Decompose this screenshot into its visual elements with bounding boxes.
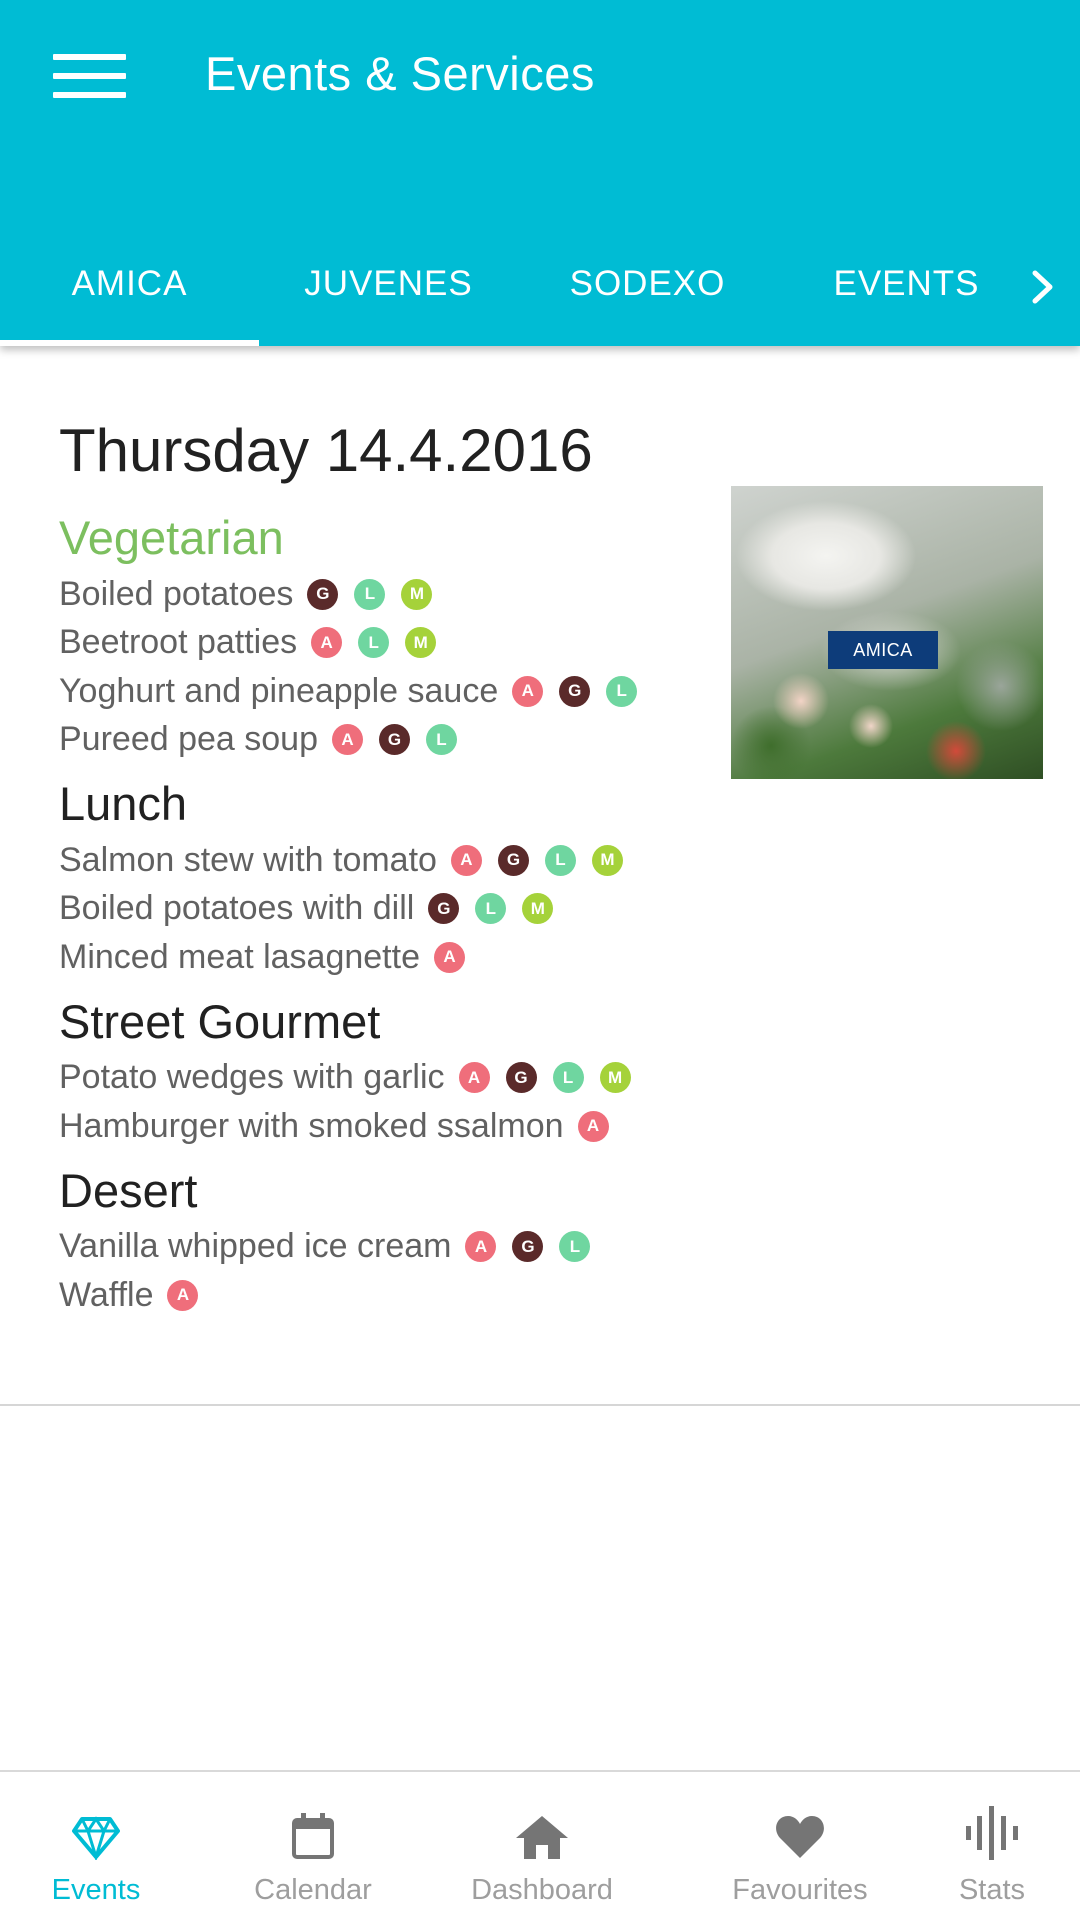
menu-item: Boiled potatoes with dill G L M bbox=[59, 885, 719, 934]
menu-item: Salmon stew with tomato A G L M bbox=[59, 836, 719, 885]
nav-dashboard[interactable]: Dashboard bbox=[460, 1772, 624, 1920]
home-icon bbox=[514, 1800, 570, 1860]
menu-item: Hamburger with smoked ssalmon A bbox=[59, 1102, 719, 1151]
nav-label: Stats bbox=[958, 1874, 1026, 1906]
restaurant-image: AMICA bbox=[731, 486, 1043, 779]
menu-item: Potato wedges with garlic A G L M bbox=[59, 1054, 719, 1103]
menu-item-name: Minced meat lasagnette bbox=[59, 937, 420, 976]
stats-icon bbox=[963, 1800, 1021, 1860]
bottom-navigation: Events Calendar Dashboard Favourites Sta… bbox=[0, 1770, 1080, 1920]
chevron-right-icon[interactable] bbox=[1018, 262, 1068, 312]
diet-tag-badge: A bbox=[450, 844, 482, 876]
diet-tag-badge: M bbox=[405, 627, 437, 659]
menu-date: Thursday 14.4.2016 bbox=[59, 417, 593, 484]
diet-tag-badge: L bbox=[358, 627, 390, 659]
divider bbox=[0, 1404, 1080, 1406]
menu-item-name: Hamburger with smoked ssalmon bbox=[59, 1106, 564, 1145]
diet-tag-badge: M bbox=[401, 578, 433, 610]
diet-tag-badge: A bbox=[512, 675, 544, 707]
menu-item-name: Vanilla whipped ice cream bbox=[59, 1227, 452, 1266]
tab-label: JUVENES bbox=[304, 264, 473, 303]
amica-logo-badge: AMICA bbox=[828, 631, 938, 669]
menu-list: Vegetarian Boiled potatoes G L M Beetroot pat… bbox=[59, 506, 719, 1320]
menu-item: Minced meat lasagnette A bbox=[59, 933, 719, 982]
nav-label: Events bbox=[51, 1874, 141, 1906]
hamburger-menu-icon[interactable] bbox=[40, 40, 140, 112]
tab-amica[interactable]: AMICA bbox=[0, 240, 259, 346]
tab-events[interactable]: EVENTS bbox=[777, 240, 1036, 346]
menu-item-name: Potato wedges with garlic bbox=[59, 1058, 445, 1097]
tab-label: EVENTS bbox=[833, 264, 980, 303]
nav-stats[interactable]: Stats bbox=[942, 1772, 1042, 1920]
menu-item: Vanilla whipped ice cream A G L bbox=[59, 1223, 719, 1272]
app-title: Events & Services bbox=[205, 47, 595, 100]
menu-item-name: Boiled potatoes bbox=[59, 574, 294, 613]
diet-tag-badge: L bbox=[559, 1231, 591, 1263]
diet-tag-badge: A bbox=[167, 1279, 199, 1311]
diet-tag-badge: L bbox=[552, 1062, 584, 1094]
diet-tag-badge: M bbox=[599, 1062, 631, 1094]
diet-tag-badge: L bbox=[354, 578, 386, 610]
app-bar: Events & Services AMICA JUVENES SODEXO E… bbox=[0, 0, 1080, 346]
diamond-icon bbox=[72, 1800, 120, 1860]
diet-tag-badge: A bbox=[577, 1110, 609, 1142]
diet-tag-badge: G bbox=[497, 844, 529, 876]
diet-tag-badge: G bbox=[307, 578, 339, 610]
menu-item-name: Beetroot patties bbox=[59, 623, 298, 662]
heart-icon bbox=[775, 1800, 825, 1860]
tab-sodexo[interactable]: SODEXO bbox=[518, 240, 777, 346]
diet-tag-badge: L bbox=[425, 724, 457, 756]
tab-label: SODEXO bbox=[569, 264, 726, 303]
menu-item-name: Pureed pea soup bbox=[59, 720, 318, 759]
menu-category-heading: Desert bbox=[59, 1163, 198, 1217]
calendar-icon bbox=[291, 1800, 335, 1860]
menu-item: Waffle A bbox=[59, 1271, 719, 1320]
diet-tag-badge: M bbox=[591, 844, 623, 876]
nav-events[interactable]: Events bbox=[36, 1772, 156, 1920]
nav-label: Calendar bbox=[254, 1874, 372, 1906]
nav-label: Favourites bbox=[732, 1874, 868, 1906]
menu-category-heading: Vegetarian bbox=[59, 511, 284, 564]
nav-label: Dashboard bbox=[471, 1874, 613, 1906]
menu-item: Beetroot patties A L M bbox=[59, 619, 719, 668]
restaurant-tabs: AMICA JUVENES SODEXO EVENTS bbox=[0, 240, 1080, 346]
diet-tag-badge: L bbox=[544, 844, 576, 876]
diet-tag-badge: L bbox=[606, 675, 638, 707]
tab-juvenes[interactable]: JUVENES bbox=[259, 240, 518, 346]
diet-tag-badge: L bbox=[475, 893, 507, 925]
menu-item-name: Yoghurt and pineapple sauce bbox=[59, 671, 499, 710]
diet-tag-badge: G bbox=[378, 724, 410, 756]
menu-item-name: Salmon stew with tomato bbox=[59, 840, 437, 879]
menu-category-heading: Lunch bbox=[59, 777, 188, 830]
diet-tag-badge: G bbox=[428, 893, 460, 925]
diet-tag-badge: A bbox=[311, 627, 343, 659]
menu-item: Pureed pea soup A G L bbox=[59, 716, 719, 765]
diet-tag-badge: A bbox=[433, 941, 465, 973]
nav-calendar[interactable]: Calendar bbox=[238, 1772, 388, 1920]
menu-item: Yoghurt and pineapple sauce A G L bbox=[59, 667, 719, 716]
diet-tag-badge: A bbox=[458, 1062, 490, 1094]
diet-tag-badge: A bbox=[465, 1231, 497, 1263]
diet-tag-badge: G bbox=[505, 1062, 537, 1094]
menu-item-name: Waffle bbox=[59, 1275, 154, 1314]
menu-item-name: Boiled potatoes with dill bbox=[59, 889, 415, 928]
menu-category-heading: Street Gourmet bbox=[59, 994, 381, 1048]
diet-tag-badge: M bbox=[522, 893, 554, 925]
diet-tag-badge: A bbox=[331, 724, 363, 756]
nav-favourites[interactable]: Favourites bbox=[710, 1772, 890, 1920]
tab-label: AMICA bbox=[71, 264, 188, 303]
menu-item: Boiled potatoes G L M bbox=[59, 570, 719, 619]
diet-tag-badge: G bbox=[512, 1231, 544, 1263]
diet-tag-badge: G bbox=[559, 675, 591, 707]
